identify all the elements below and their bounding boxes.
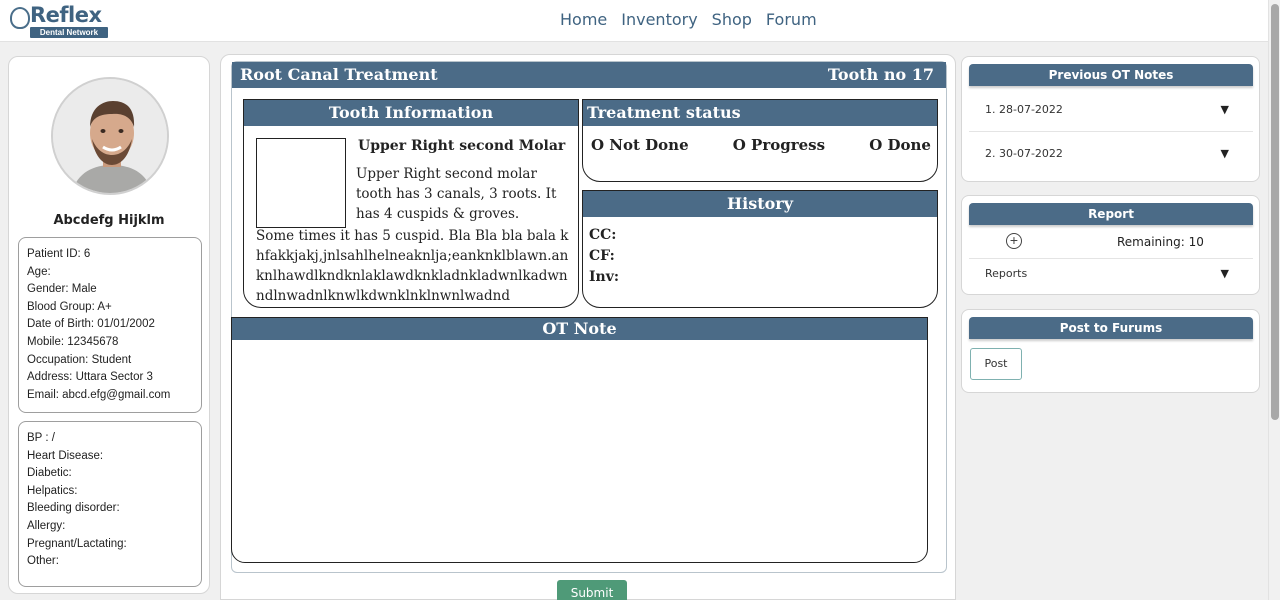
history-cc: CC: bbox=[589, 227, 617, 243]
brand-tagline: Dental Network bbox=[30, 27, 108, 38]
post-button[interactable]: Post bbox=[970, 348, 1022, 380]
patient-dob: Date of Birth: 01/01/2002 bbox=[27, 318, 155, 331]
plus-circle-icon[interactable]: + bbox=[1006, 233, 1022, 249]
patient-email: Email: abcd.efg@gmail.com bbox=[27, 388, 171, 401]
status-not-done-radio[interactable]: O Not Done bbox=[591, 136, 689, 154]
tooth-extra-notes: Some times it has 5 cuspid. Bla Bla bla … bbox=[256, 228, 569, 304]
nav-home[interactable]: Home bbox=[560, 10, 607, 29]
patient-name: Abcdefg Hijklm bbox=[53, 213, 165, 228]
patient-blood-group: Blood Group: A+ bbox=[27, 300, 112, 313]
history-box: History CC: CF: Inv: bbox=[582, 190, 938, 308]
nav-shop[interactable]: Shop bbox=[712, 10, 752, 29]
treatment-title: Root Canal Treatment bbox=[240, 65, 438, 84]
patient-details-box: Patient ID: 6 Age: Gender: Male Blood Gr… bbox=[18, 237, 202, 413]
previous-note-item[interactable]: 2. 30-07-2022 ▼ bbox=[969, 147, 1253, 160]
patient-panel: Abcdefg Hijklm Patient ID: 6 Age: Gender… bbox=[8, 56, 210, 594]
patient-age: Age: bbox=[27, 265, 51, 278]
status-progress-radio[interactable]: O Progress bbox=[733, 136, 825, 154]
tooth-info-heading: Tooth Information bbox=[244, 100, 578, 126]
report-card: Report + Remaining: 10 Reports ▼ bbox=[961, 195, 1260, 295]
tooth-name: Upper Right second Molar bbox=[358, 138, 566, 154]
submit-button[interactable]: Submit bbox=[557, 580, 627, 600]
brand-name: Reflex bbox=[30, 3, 102, 27]
medical-other: Other: bbox=[27, 555, 59, 568]
patient-address: Address: Uttara Sector 3 bbox=[27, 371, 153, 384]
previous-note-date: 2. 30-07-2022 bbox=[985, 147, 1063, 160]
reports-dropdown[interactable]: Reports ▼ bbox=[969, 267, 1253, 280]
previous-notes-heading: Previous OT Notes bbox=[969, 64, 1253, 86]
tooth-number: Tooth no 17 bbox=[827, 65, 934, 84]
treatment-status-box: Treatment status O Not Done O Progress O… bbox=[582, 99, 938, 182]
tooth-description: Upper Right second molar tooth has 3 can… bbox=[356, 166, 557, 222]
report-remaining: Remaining: 10 bbox=[1117, 235, 1204, 249]
treatment-status-heading: Treatment status bbox=[583, 100, 937, 126]
nav-inventory[interactable]: Inventory bbox=[621, 10, 697, 29]
medical-heart: Heart Disease: bbox=[27, 449, 104, 462]
medical-pregnant: Pregnant/Lactating: bbox=[27, 537, 127, 550]
tooth-ring-icon bbox=[10, 7, 30, 29]
medical-hepatics: Helpatics: bbox=[27, 484, 78, 497]
previous-notes-card: Previous OT Notes 1. 28-07-2022 ▼ 2. 30-… bbox=[961, 56, 1260, 182]
caret-down-icon[interactable]: ▼ bbox=[1221, 103, 1229, 116]
patient-id: Patient ID: 6 bbox=[27, 248, 91, 260]
tooth-image bbox=[256, 138, 346, 228]
medical-bleeding: Bleeding disorder: bbox=[27, 502, 120, 515]
divider bbox=[969, 258, 1253, 259]
previous-note-item[interactable]: 1. 28-07-2022 ▼ bbox=[969, 103, 1253, 116]
report-heading: Report bbox=[969, 203, 1253, 225]
divider bbox=[969, 131, 1253, 132]
caret-down-icon[interactable]: ▼ bbox=[1221, 147, 1229, 160]
patient-occupation: Occupation: Student bbox=[27, 353, 132, 366]
treatment-header: Root Canal Treatment Tooth no 17 bbox=[232, 62, 946, 88]
post-forum-card: Post to Furums Post bbox=[961, 309, 1260, 393]
medical-allergy: Allergy: bbox=[27, 519, 66, 532]
patient-mobile: Mobile: 12345678 bbox=[27, 335, 119, 348]
brand-logo[interactable]: Reflex Dental Network bbox=[10, 3, 108, 38]
scrollbar-thumb[interactable] bbox=[1271, 4, 1279, 420]
history-inv: Inv: bbox=[589, 269, 620, 285]
status-options: O Not Done O Progress O Done bbox=[591, 136, 931, 154]
medical-history-box: BP : / Heart Disease: Diabetic: Helpatic… bbox=[18, 421, 202, 587]
main-nav: Home Inventory Shop Forum bbox=[560, 10, 817, 29]
history-heading: History bbox=[583, 191, 937, 217]
patient-avatar bbox=[51, 77, 169, 195]
nav-forum[interactable]: Forum bbox=[766, 10, 817, 29]
medical-diabetic: Diabetic: bbox=[27, 467, 72, 480]
history-cf: CF: bbox=[589, 248, 615, 264]
patient-gender: Gender: Male bbox=[27, 283, 97, 296]
tooth-info-box: Tooth Information Upper Right second Mol… bbox=[243, 99, 579, 308]
page-scrollbar[interactable] bbox=[1268, 0, 1280, 600]
history-fields[interactable]: CC: CF: Inv: bbox=[589, 225, 619, 288]
ot-note-box[interactable]: OT Note bbox=[231, 317, 928, 563]
post-forum-heading: Post to Furums bbox=[969, 317, 1253, 339]
caret-down-icon[interactable]: ▼ bbox=[1221, 267, 1229, 280]
previous-note-date: 1. 28-07-2022 bbox=[985, 103, 1063, 116]
medical-bp: BP : / bbox=[27, 432, 55, 444]
top-navbar: Reflex Dental Network Home Inventory Sho… bbox=[0, 0, 1268, 42]
ot-note-heading: OT Note bbox=[232, 318, 927, 340]
status-done-radio[interactable]: O Done bbox=[869, 136, 931, 154]
reports-label: Reports bbox=[985, 267, 1028, 280]
treatment-card: Root Canal Treatment Tooth no 17 Tooth I… bbox=[220, 54, 956, 600]
